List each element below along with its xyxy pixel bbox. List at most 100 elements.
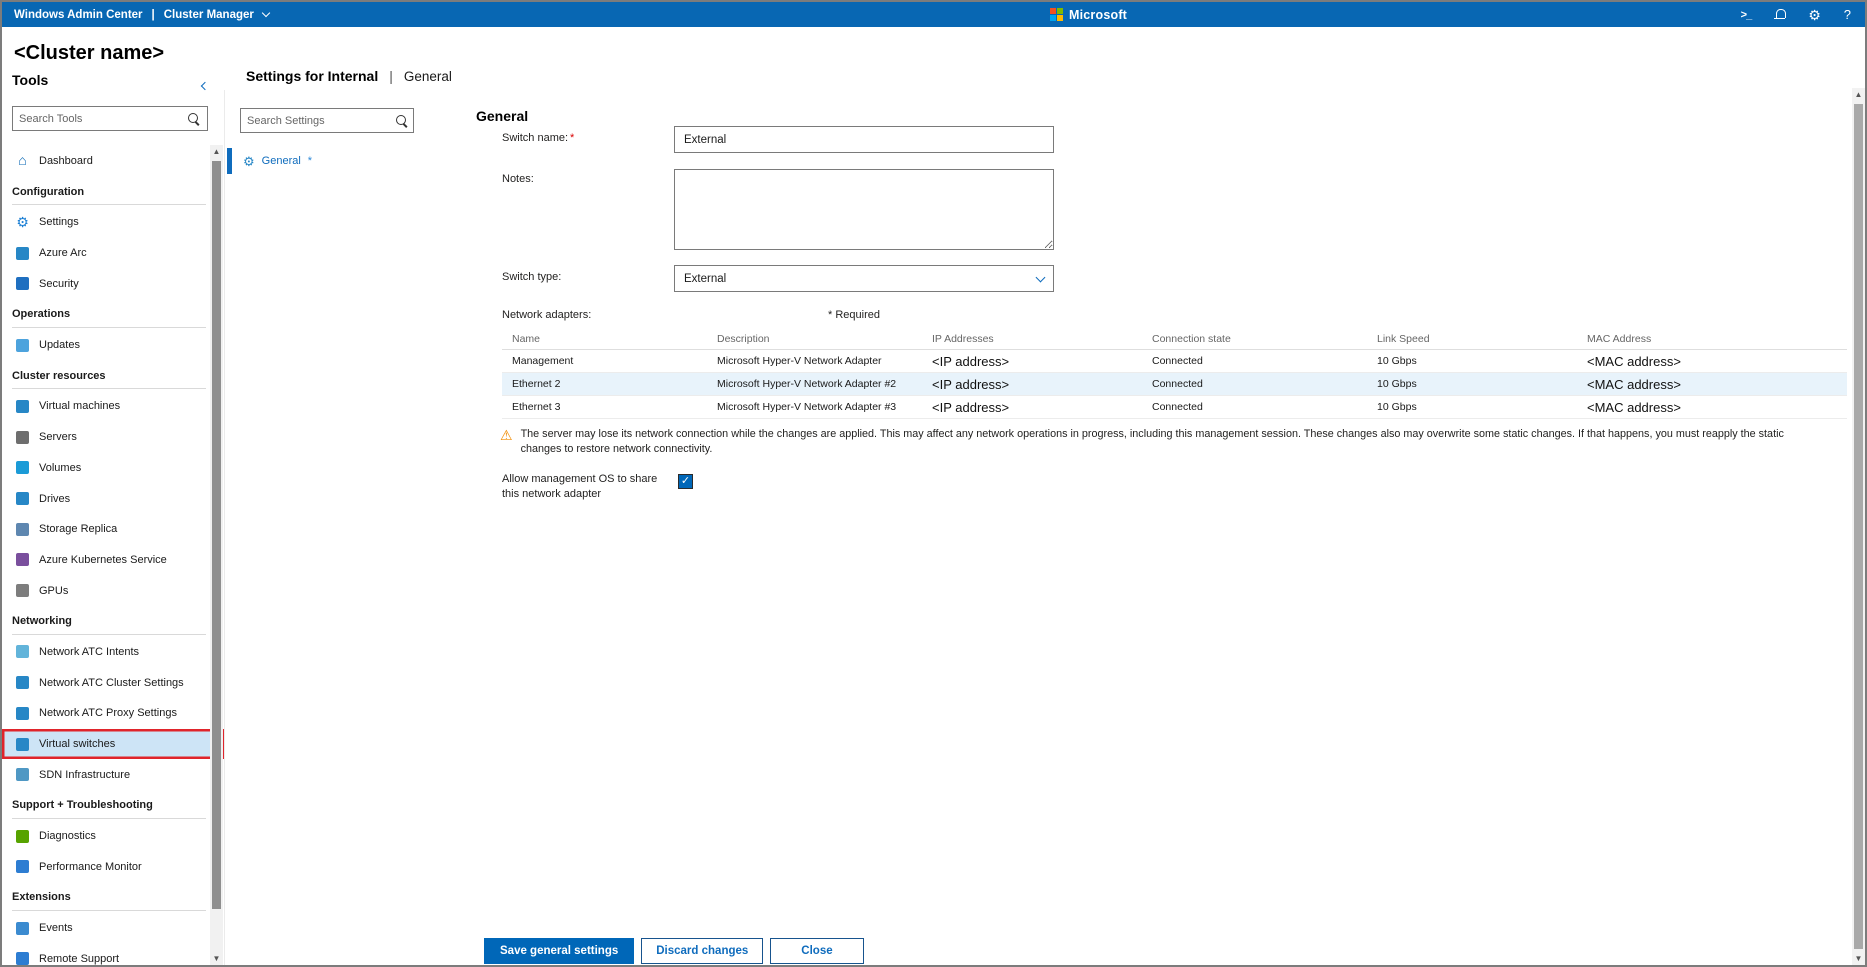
app-title[interactable]: Windows Admin Center xyxy=(14,9,143,21)
sidebar-item-azure-kubernetes-service[interactable]: Azure Kubernetes Service xyxy=(2,545,224,576)
search-icon[interactable] xyxy=(187,112,201,126)
sidebar-item-network-atc-cluster-settings[interactable]: Network ATC Cluster Settings xyxy=(2,667,224,698)
sidebar-item-settings[interactable]: ⚙ Settings xyxy=(2,207,224,238)
sidebar-item-gpus[interactable]: GPUs xyxy=(2,575,224,606)
scroll-down-icon[interactable]: ▼ xyxy=(1852,952,1865,965)
sidebar-item-label: Events xyxy=(39,922,73,935)
column-header-mac-address[interactable]: MAC Address xyxy=(1587,333,1847,345)
tools-search-input[interactable] xyxy=(13,112,187,125)
table-row-ethernet-2[interactable]: Ethernet 2 Microsoft Hyper-V Network Adap… xyxy=(502,373,1847,396)
main-scrollbar-thumb[interactable] xyxy=(1854,104,1863,949)
table-cell: 10 Gbps xyxy=(1377,378,1417,390)
table-cell: <MAC address> xyxy=(1587,399,1681,415)
column-header-link-speed[interactable]: Link Speed xyxy=(1377,333,1587,345)
sidebar-item-virtual-machines[interactable]: Virtual machines xyxy=(2,391,224,422)
switch-name-label: Switch name: * xyxy=(502,132,575,144)
tools-section-support-troubleshooting: Support + Troubleshooting xyxy=(2,790,224,821)
scroll-up-icon[interactable]: ▲ xyxy=(210,145,223,158)
table-row-management[interactable]: Management Microsoft Hyper-V Network Adap… xyxy=(502,350,1847,373)
sidebar-item-servers[interactable]: Servers xyxy=(2,422,224,453)
collapse-tools-chevron-icon[interactable] xyxy=(200,76,210,94)
sidebar-item-azure-arc[interactable]: Azure Arc xyxy=(2,238,224,269)
sidebar-item-network-atc-intents[interactable]: Network ATC Intents xyxy=(2,637,224,668)
switch-type-select[interactable]: External xyxy=(674,265,1054,292)
column-header-description[interactable]: Description xyxy=(717,333,932,345)
microsoft-logo-icon xyxy=(1050,8,1063,21)
share-checkbox[interactable] xyxy=(678,474,693,489)
table-cell: <MAC address> xyxy=(1587,376,1681,392)
sidebar-item-security[interactable]: Security xyxy=(2,268,224,299)
sidebar-scrollbar-thumb[interactable] xyxy=(212,161,221,909)
warning-text: The server may lose its network connecti… xyxy=(520,428,1784,455)
column-header-ip-addresses[interactable]: IP Addresses xyxy=(932,333,1152,345)
sidebar-item-virtual-switches[interactable]: Virtual switches xyxy=(2,728,224,760)
scroll-up-icon[interactable]: ▲ xyxy=(1852,88,1865,101)
sidebar-item-storage-replica[interactable]: Storage Replica xyxy=(2,514,224,545)
sidebar-item-label: Dashboard xyxy=(39,154,93,167)
volumes-icon xyxy=(16,461,29,475)
sidebar-scrollbar[interactable]: ▲ ▼ xyxy=(210,145,223,965)
sidebar-item-label: Performance Monitor xyxy=(39,860,142,873)
sidebar-item-updates[interactable]: Updates xyxy=(2,330,224,361)
sidebar-item-events[interactable]: Events xyxy=(2,913,224,944)
table-cell: 10 Gbps xyxy=(1377,401,1417,413)
sidebar-item-drives[interactable]: Drives xyxy=(2,483,224,514)
sidebar-item-label: Network ATC Intents xyxy=(39,645,140,658)
table-cell: Connected xyxy=(1152,378,1203,390)
sidebar-item-label: Azure Kubernetes Service xyxy=(39,553,167,566)
storage-replica-icon xyxy=(16,522,29,536)
warning-banner: ⚠ The server may lose its network connec… xyxy=(500,427,1795,457)
settings-gear-icon[interactable]: ⚙ xyxy=(1808,8,1821,22)
chevron-down-icon[interactable] xyxy=(261,8,271,18)
settings-current-section: General xyxy=(403,69,452,84)
sidebar-item-network-atc-proxy-settings[interactable]: Network ATC Proxy Settings xyxy=(2,698,224,729)
sidebar-item-label: Network ATC Cluster Settings xyxy=(39,676,184,689)
sidebar-item-diagnostics[interactable]: Diagnostics xyxy=(2,821,224,852)
sidebar-item-remote-support[interactable]: Remote Support xyxy=(2,943,224,965)
tools-section-operations: Operations xyxy=(2,299,224,330)
switch-name-input[interactable] xyxy=(674,126,1054,153)
virtual-machines-icon xyxy=(16,399,29,413)
help-icon[interactable]: ? xyxy=(1844,7,1851,22)
table-cell: Microsoft Hyper-V Network Adapter xyxy=(717,355,882,367)
sidebar-item-label: Remote Support xyxy=(39,952,120,965)
close-button[interactable]: Close xyxy=(770,938,864,964)
solution-switcher[interactable]: Cluster Manager xyxy=(164,9,254,21)
search-icon[interactable] xyxy=(395,114,409,128)
sidebar-item-sdn-infrastructure[interactable]: SDN Infrastructure xyxy=(2,759,224,790)
sidebar-item-label: Settings xyxy=(39,216,79,229)
gear-icon: ⚙ xyxy=(243,153,255,169)
adapters-table: Name Description IP Addresses Connection st… xyxy=(502,328,1847,419)
sidebar-item-dashboard[interactable]: ⌂ Dashboard xyxy=(2,146,224,177)
settings-title: Settings for Internal xyxy=(246,68,379,84)
table-cell: Connected xyxy=(1152,401,1203,413)
save-button[interactable]: Save general settings xyxy=(484,938,635,964)
main-scrollbar[interactable]: ▲ ▼ xyxy=(1852,88,1865,965)
kubernetes-icon xyxy=(16,553,29,567)
sidebar-item-performance-monitor[interactable]: Performance Monitor xyxy=(2,851,224,882)
tools-search-box xyxy=(12,106,208,131)
notes-textarea[interactable] xyxy=(674,169,1054,250)
section-label: Support + Troubleshooting xyxy=(12,799,153,812)
network-intents-icon xyxy=(16,645,29,659)
table-cell: Connected xyxy=(1152,355,1203,367)
sidebar-item-label: Updates xyxy=(39,339,80,352)
column-header-connection-state[interactable]: Connection state xyxy=(1152,333,1377,345)
discard-button[interactable]: Discard changes xyxy=(641,938,764,964)
notifications-bell-icon[interactable] xyxy=(1774,9,1786,20)
settings-search-input[interactable] xyxy=(241,114,395,127)
section-label: Configuration xyxy=(12,185,85,198)
sidebar-item-volumes[interactable]: Volumes xyxy=(2,452,224,483)
powershell-terminal-icon[interactable]: >_ xyxy=(1741,9,1753,21)
table-row-ethernet-3[interactable]: Ethernet 3 Microsoft Hyper-V Network Adap… xyxy=(502,396,1847,419)
drives-icon xyxy=(16,492,29,505)
table-cell: Ethernet 3 xyxy=(512,401,561,413)
sidebar-item-label: SDN Infrastructure xyxy=(39,768,131,781)
settings-search-box xyxy=(240,108,414,133)
column-header-name[interactable]: Name xyxy=(502,333,717,345)
table-cell: Microsoft Hyper-V Network Adapter #3 xyxy=(717,401,897,413)
sidebar-item-label: Diagnostics xyxy=(39,830,96,843)
scroll-down-icon[interactable]: ▼ xyxy=(210,952,223,965)
settings-nav-label: General xyxy=(261,155,301,167)
settings-nav-general[interactable]: ⚙ General * xyxy=(227,148,413,174)
